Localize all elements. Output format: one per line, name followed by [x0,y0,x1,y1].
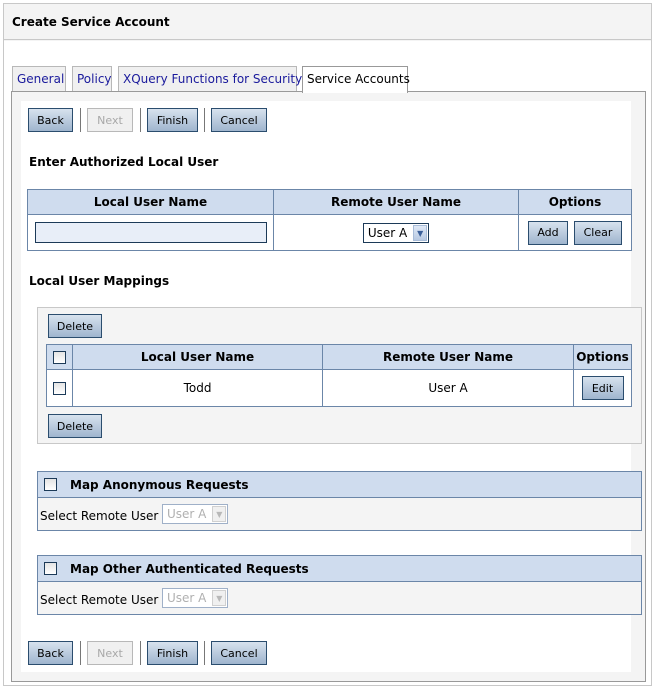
tab-general[interactable]: General [12,66,66,91]
button-separator [140,641,141,665]
chevron-down-icon: ▼ [212,506,227,522]
button-separator [80,108,81,132]
edit-button[interactable]: Edit [581,376,624,400]
local-user-cell [27,214,274,251]
body-area: General Policy XQuery Functions for Secu… [4,41,651,685]
delete-button-bottom[interactable]: Delete [48,414,102,438]
other-authenticated-selected-value: User A [167,591,207,605]
column-options: Options [518,189,632,215]
chevron-down-icon: ▼ [212,590,227,606]
remote-user-selected-value: User A [367,225,408,240]
select-remote-user-label: Select Remote User : [40,509,167,523]
next-button-top[interactable]: Next [87,108,133,132]
local-user-value: Todd [72,369,323,407]
select-remote-user-label: Select Remote User : [40,593,167,607]
map-other-authenticated-label: Map Other Authenticated Requests [70,562,309,576]
column-local-user-name: Local User Name [27,189,274,215]
anonymous-selected-value: User A [167,507,207,521]
tab-policy[interactable]: Policy [72,66,112,91]
table-row: Todd User A Edit [46,369,632,407]
column-local-user-name: Local User Name [72,344,323,370]
map-other-authenticated-section: Map Other Authenticated Requests Select … [37,555,642,615]
row-checkbox[interactable] [53,382,66,395]
row-options-cell: Edit [573,369,632,407]
table-header-row: Local User Name Remote User Name Options [27,189,632,215]
service-accounts-panel: Back Next Finish Cancel Enter Authorized… [11,91,646,682]
finish-button-top[interactable]: Finish [147,108,198,132]
page-title: Create Service Account [12,15,170,29]
column-remote-user-name: Remote User Name [273,189,519,215]
other-authenticated-remote-user-select[interactable]: User A ▼ [162,588,229,608]
options-cell: Add Clear [518,214,632,251]
local-user-name-input[interactable] [34,222,267,243]
panel-content: Back Next Finish Cancel Enter Authorized… [21,101,642,672]
map-other-authenticated-header: Map Other Authenticated Requests [38,556,641,582]
tab-service-accounts[interactable]: Service Accounts [302,66,410,93]
remote-user-value: User A [322,369,574,407]
authorized-user-heading: Enter Authorized Local User [29,155,219,169]
table-header-row: Local User Name Remote User Name Options [46,344,632,370]
anonymous-remote-user-select[interactable]: User A ▼ [162,504,229,524]
button-separator [80,641,81,665]
back-button-top[interactable]: Back [28,108,73,132]
button-separator [140,108,141,132]
mappings-table: Local User Name Remote User Name Options… [46,344,632,407]
mappings-container: Delete Local User Name Remote User Name … [37,307,642,444]
back-button-bottom[interactable]: Back [28,641,73,665]
column-remote-user-name: Remote User Name [322,344,574,370]
map-anonymous-label: Map Anonymous Requests [70,478,249,492]
tab-xquery-functions[interactable]: XQuery Functions for Security [118,66,302,91]
map-anonymous-checkbox[interactable] [44,478,57,491]
map-other-authenticated-checkbox[interactable] [44,562,57,575]
map-anonymous-header: Map Anonymous Requests [38,472,641,498]
add-button[interactable]: Add [528,220,568,245]
chevron-down-icon: ▼ [413,224,428,241]
remote-user-cell: User A ▼ [273,214,519,251]
next-button-bottom[interactable]: Next [87,641,133,665]
finish-button-bottom[interactable]: Finish [147,641,198,665]
clear-button[interactable]: Clear [574,220,622,245]
button-separator [204,641,205,665]
row-select-cell [46,369,73,407]
mappings-heading: Local User Mappings [29,274,170,288]
delete-button-top[interactable]: Delete [48,314,102,338]
title-bar: Create Service Account [4,4,651,40]
remote-user-select[interactable]: User A ▼ [362,222,430,243]
entry-row: User A ▼ Add Clear [27,214,632,251]
select-all-cell [46,344,73,370]
column-options: Options [573,344,632,370]
button-separator [204,108,205,132]
create-service-account-window: Create Service Account General Policy XQ… [3,3,652,686]
cancel-button-top[interactable]: Cancel [211,108,267,132]
cancel-button-bottom[interactable]: Cancel [211,641,267,665]
authorized-user-table: Local User Name Remote User Name Options… [27,189,632,251]
map-anonymous-section: Map Anonymous Requests Select Remote Use… [37,471,642,531]
select-all-checkbox[interactable] [53,351,66,364]
